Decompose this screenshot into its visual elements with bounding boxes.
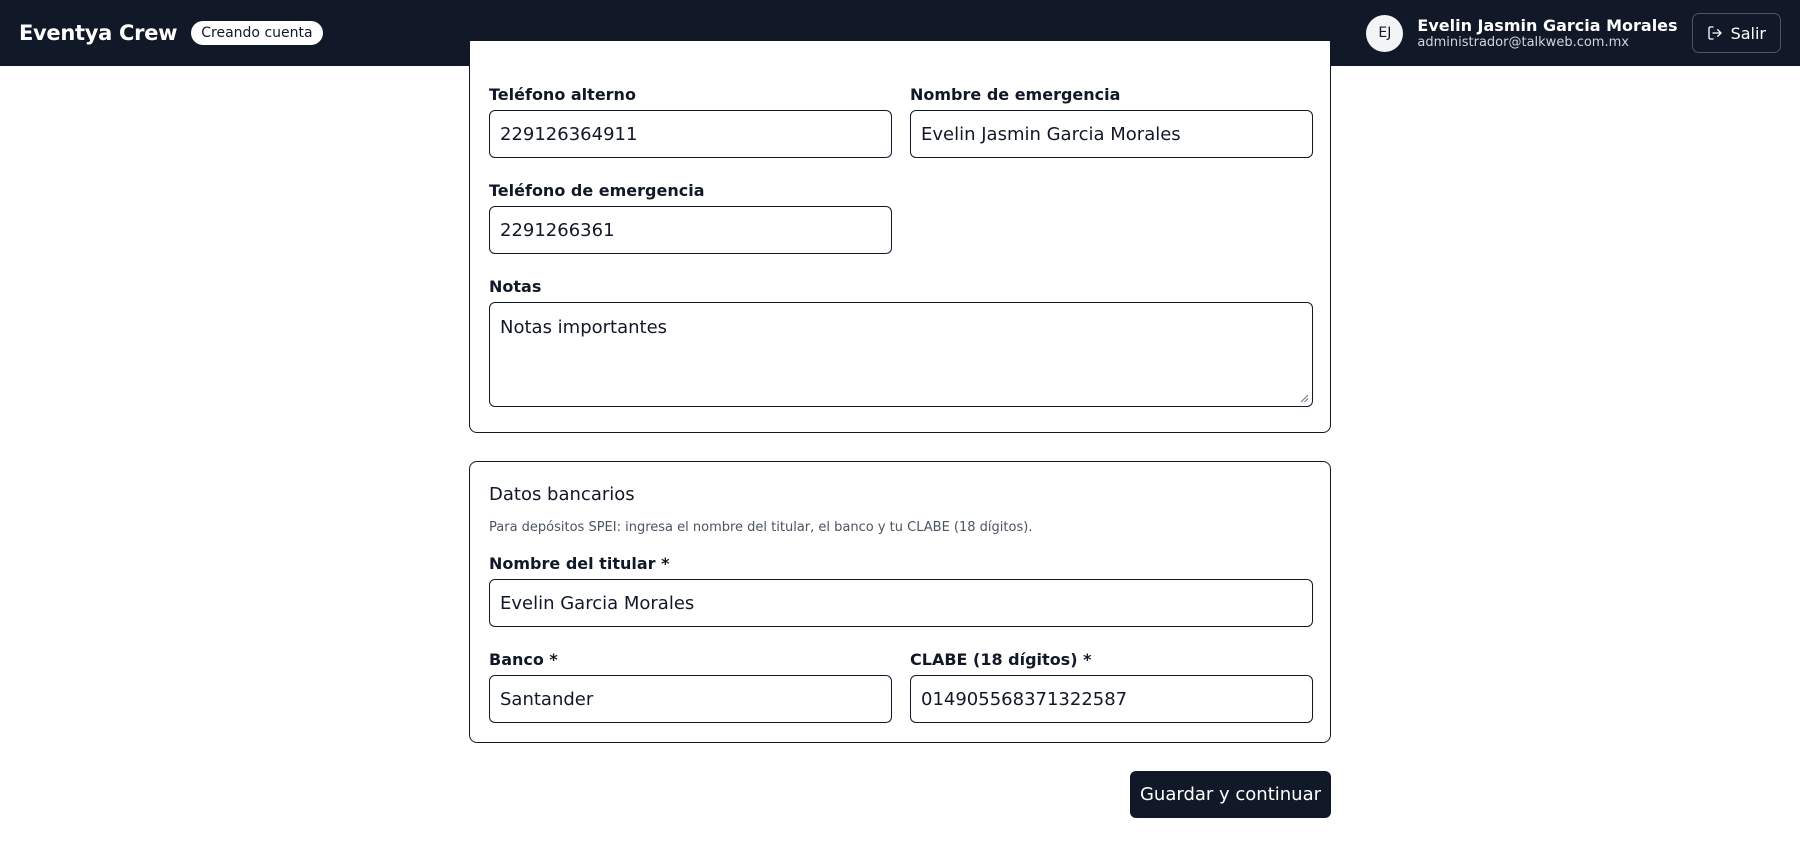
emergency-phone-label: Teléfono de emergencia xyxy=(489,181,705,200)
alt-phone-input[interactable]: 229126364911 xyxy=(489,110,892,158)
contact-card: Teléfono alterno 229126364911 Nombre de … xyxy=(469,40,1331,433)
save-continue-button[interactable]: Guardar y continuar xyxy=(1130,771,1331,818)
user-info: Evelin Jasmin Garcia Morales administrad… xyxy=(1417,16,1677,51)
logout-button[interactable]: Salir xyxy=(1691,13,1781,53)
user-name: Evelin Jasmin Garcia Morales xyxy=(1417,15,1678,35)
notes-textarea[interactable]: Notas importantes xyxy=(489,302,1313,407)
emergency-name-input[interactable]: Evelin Jasmin Garcia Morales xyxy=(910,110,1313,158)
clabe-input[interactable]: 014905568371322587 xyxy=(910,675,1313,723)
clabe-label: CLABE (18 dígitos) * xyxy=(910,650,1092,669)
holder-name-label: Nombre del titular * xyxy=(489,554,670,573)
status-badge: Creando cuenta xyxy=(191,21,323,45)
bank-label: Banco * xyxy=(489,650,558,669)
logout-label: Salir xyxy=(1730,23,1766,43)
avatar[interactable]: EJ xyxy=(1366,14,1404,52)
bank-input[interactable]: Santander xyxy=(489,675,892,723)
emergency-phone-input[interactable]: 2291266361 xyxy=(489,206,892,254)
brand-name[interactable]: Eventya Crew xyxy=(19,21,178,45)
logout-icon xyxy=(1707,25,1723,41)
holder-name-input[interactable]: Evelin Garcia Morales xyxy=(489,579,1313,627)
user-email: administrador@talkweb.com.mx xyxy=(1417,34,1629,50)
notes-text: Notas importantes xyxy=(500,317,668,338)
bank-section-title: Datos bancarios xyxy=(489,484,635,505)
emergency-name-label: Nombre de emergencia xyxy=(910,85,1121,104)
user-area: EJ Evelin Jasmin Garcia Morales administ… xyxy=(1366,13,1781,53)
brand-area: Eventya Crew Creando cuenta xyxy=(19,21,323,45)
bank-section-help: Para depósitos SPEI: ingresa el nombre d… xyxy=(489,520,1033,535)
bank-details-card: Datos bancarios Para depósitos SPEI: ing… xyxy=(469,461,1331,743)
alt-phone-label: Teléfono alterno xyxy=(489,85,636,104)
notes-label: Notas xyxy=(489,277,542,296)
resize-handle-icon[interactable] xyxy=(1300,394,1309,403)
